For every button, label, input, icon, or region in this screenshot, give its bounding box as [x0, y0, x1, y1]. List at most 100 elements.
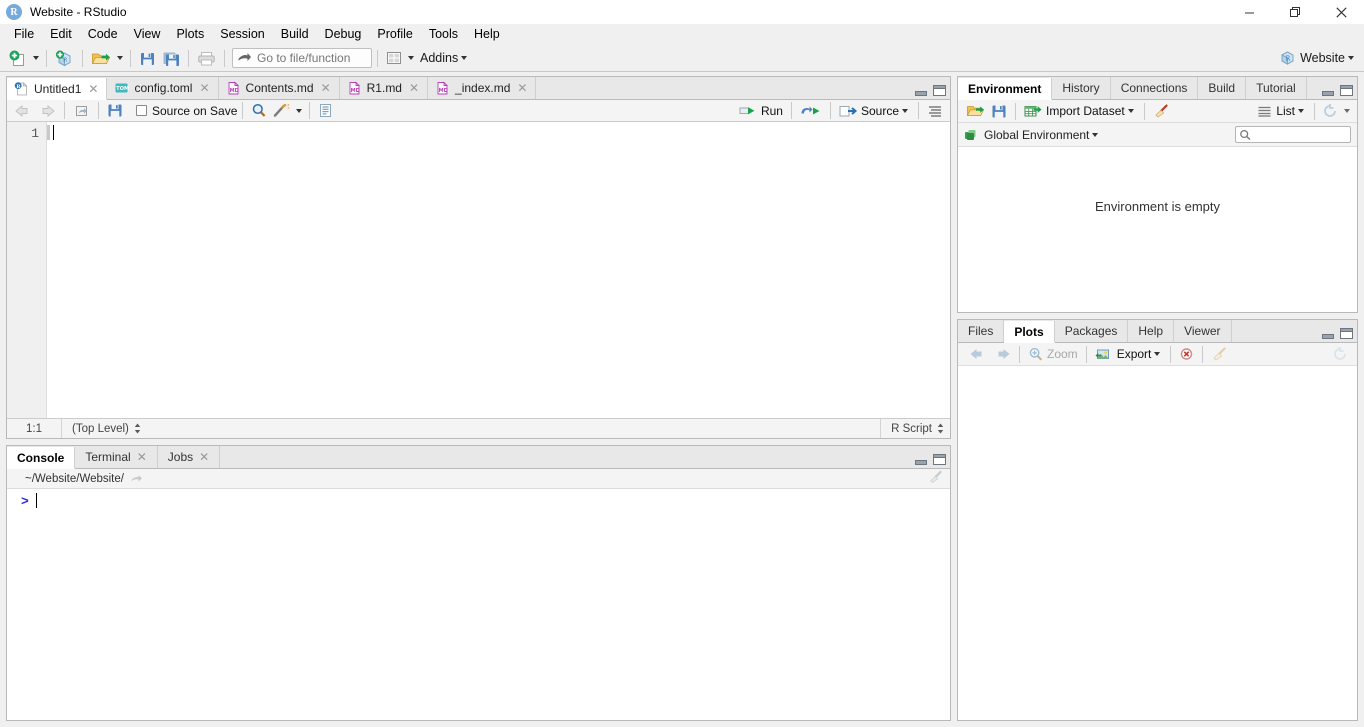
tab-viewer[interactable]: Viewer	[1174, 320, 1232, 342]
close-icon[interactable]	[1318, 0, 1364, 24]
menu-view[interactable]: View	[126, 24, 169, 45]
import-dataset-button[interactable]: Import Dataset	[1021, 100, 1139, 122]
source-tab-contents-md[interactable]: MD Contents.md ✕	[219, 77, 340, 99]
menu-debug[interactable]: Debug	[317, 24, 370, 45]
working-directory-path[interactable]: ~/Website/Website/	[25, 473, 124, 485]
tab-tutorial[interactable]: Tutorial	[1246, 77, 1307, 99]
open-directory-icon[interactable]	[130, 473, 143, 484]
view-mode-button[interactable]: List	[1254, 100, 1309, 122]
maximize-pane-icon[interactable]	[933, 85, 946, 96]
minimize-pane-icon[interactable]	[1322, 329, 1334, 339]
refresh-icon[interactable]	[1320, 100, 1341, 122]
minimize-pane-icon[interactable]	[915, 86, 927, 96]
menu-edit[interactable]: Edit	[42, 24, 80, 45]
close-icon[interactable]: ✕	[409, 81, 419, 95]
compile-report-icon[interactable]	[315, 100, 336, 122]
console-output-area[interactable]: >	[7, 489, 950, 720]
tab-files[interactable]: Files	[958, 320, 1005, 342]
save-all-icon[interactable]	[159, 47, 183, 69]
close-icon[interactable]: ✕	[88, 82, 98, 96]
source-on-save-checkbox[interactable]: Source on Save	[136, 104, 237, 118]
re-run-icon[interactable]	[797, 100, 825, 122]
new-file-icon[interactable]	[6, 47, 30, 69]
arrow-back-icon[interactable]	[11, 100, 35, 122]
workspace-panes-icon[interactable]	[383, 47, 405, 69]
addins-button[interactable]: Addins	[420, 51, 458, 65]
source-dropdown-caret[interactable]	[902, 108, 908, 113]
open-file-dropdown-caret[interactable]	[117, 56, 123, 60]
document-outline-icon[interactable]	[924, 100, 946, 122]
tab-terminal[interactable]: Terminal ✕	[75, 446, 158, 468]
panes-dropdown-caret[interactable]	[408, 56, 414, 60]
maximize-pane-icon[interactable]	[1340, 328, 1353, 339]
arrow-forward-icon[interactable]	[35, 100, 59, 122]
print-icon[interactable]	[194, 47, 219, 69]
arrow-back-icon[interactable]	[966, 343, 990, 365]
tab-plots[interactable]: Plots	[1004, 321, 1055, 343]
tab-console[interactable]: Console	[7, 447, 76, 469]
minimize-pane-icon[interactable]	[1322, 86, 1334, 96]
environment-scope-dropdown-caret[interactable]	[1092, 132, 1099, 137]
menu-plots[interactable]: Plots	[168, 24, 212, 45]
menu-build[interactable]: Build	[273, 24, 317, 45]
tab-build[interactable]: Build	[1198, 77, 1247, 99]
source-tab-index-md[interactable]: MD _index.md ✕	[428, 77, 537, 99]
save-icon[interactable]	[136, 47, 159, 69]
clear-environment-icon[interactable]	[1150, 100, 1173, 122]
menu-file[interactable]: File	[6, 24, 42, 45]
tab-help[interactable]: Help	[1128, 320, 1175, 342]
tab-jobs[interactable]: Jobs ✕	[157, 446, 221, 468]
source-button[interactable]: Source	[836, 100, 913, 122]
new-project-icon[interactable]: R	[52, 47, 77, 69]
addins-dropdown-caret[interactable]	[461, 56, 468, 60]
minimize-pane-icon[interactable]	[915, 455, 927, 465]
clear-console-icon[interactable]	[928, 470, 944, 488]
tab-packages[interactable]: Packages	[1054, 320, 1129, 342]
arrow-forward-icon[interactable]	[990, 343, 1014, 365]
open-folder-icon[interactable]	[963, 100, 988, 122]
code-content-area[interactable]	[47, 122, 950, 418]
code-tools-icon[interactable]	[270, 100, 293, 122]
refresh-dropdown-caret[interactable]	[1344, 109, 1350, 113]
show-in-new-window-icon[interactable]	[70, 100, 93, 122]
tab-connections[interactable]: Connections	[1110, 77, 1199, 99]
code-editor[interactable]: 1	[7, 122, 950, 418]
tab-history[interactable]: History	[1052, 77, 1111, 99]
remove-plot-icon[interactable]	[1176, 343, 1197, 365]
export-dropdown-caret[interactable]	[1154, 352, 1161, 356]
zoom-plot-button[interactable]: Zoom	[1025, 343, 1081, 365]
restore-icon[interactable]	[1272, 0, 1318, 24]
view-mode-dropdown-caret[interactable]	[1298, 109, 1304, 113]
close-icon[interactable]: ✕	[517, 81, 527, 95]
project-dropdown-caret[interactable]	[1348, 56, 1354, 60]
maximize-pane-icon[interactable]	[1340, 85, 1353, 96]
project-selector[interactable]: R Website	[1279, 50, 1356, 66]
menu-session[interactable]: Session	[212, 24, 272, 45]
refresh-icon[interactable]	[1330, 343, 1351, 365]
save-icon[interactable]	[104, 100, 126, 122]
export-plot-button[interactable]: Export	[1092, 343, 1166, 365]
source-tab-r1-md[interactable]: MD R1.md ✕	[340, 77, 429, 99]
import-dataset-dropdown-caret[interactable]	[1127, 109, 1134, 113]
maximize-pane-icon[interactable]	[933, 454, 946, 465]
environment-search-input[interactable]	[1235, 126, 1351, 143]
source-tab-untitled1[interactable]: R Untitled1 ✕	[7, 78, 108, 100]
magnifier-icon[interactable]	[248, 100, 270, 122]
clear-plots-icon[interactable]	[1208, 343, 1231, 365]
save-icon[interactable]	[988, 100, 1010, 122]
menu-help[interactable]: Help	[466, 24, 508, 45]
file-type-selector[interactable]: R Script	[880, 419, 944, 438]
run-button[interactable]: Run	[736, 100, 786, 122]
open-folder-icon[interactable]	[88, 47, 114, 69]
close-icon[interactable]: ✕	[137, 450, 147, 464]
source-tab-config-toml[interactable]: TOML config.toml ✕	[107, 77, 219, 99]
goto-file-function-input[interactable]: Go to file/function	[232, 48, 372, 68]
minimize-icon[interactable]	[1226, 0, 1272, 24]
tab-environment[interactable]: Environment	[958, 78, 1053, 100]
new-file-dropdown-caret[interactable]	[33, 56, 39, 60]
close-icon[interactable]: ✕	[199, 450, 209, 464]
close-icon[interactable]: ✕	[199, 81, 209, 95]
scope-selector[interactable]: (Top Level)	[62, 423, 141, 435]
code-tools-dropdown-caret[interactable]	[296, 108, 303, 113]
close-icon[interactable]: ✕	[321, 81, 331, 95]
